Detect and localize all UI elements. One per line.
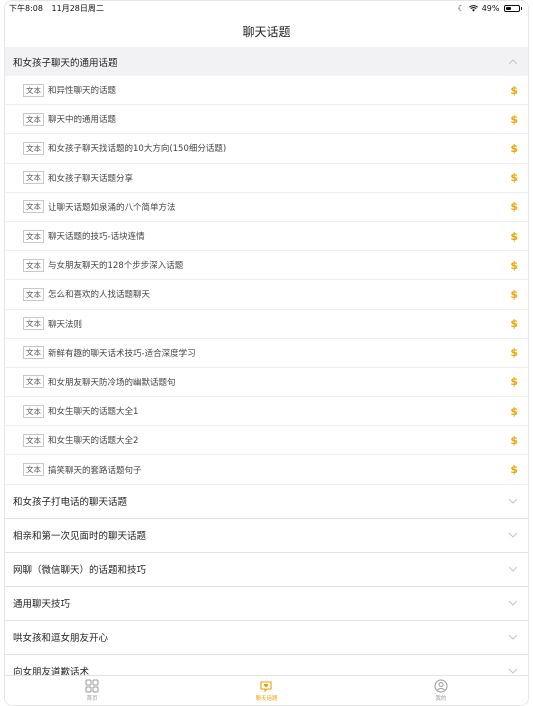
section-title: 相亲和第一次见面时的聊天话题: [13, 531, 147, 543]
topic-item-title: 和女孩子聊天找话题的10大方向(150细分话题): [48, 144, 227, 155]
topic-item[interactable]: 文本 和女朋友聊天防冷场的幽默话题句 $: [5, 368, 528, 398]
topic-item-title: 和女朋友聊天防冷场的幽默话题句: [48, 377, 176, 388]
topic-item-title: 怎么和喜欢的人找话题聊天: [48, 290, 151, 301]
text-tag: 文本: [23, 83, 44, 97]
topic-item[interactable]: 文本 和女生聊天的话题大全1 $: [5, 397, 528, 427]
chevron-up-icon: [508, 58, 518, 64]
section-title: 和女孩子打电话的聊天话题: [13, 497, 128, 509]
status-time: 下午8:08: [9, 3, 43, 13]
text-tag: 文本: [23, 433, 44, 447]
tab-label: 我的: [435, 696, 447, 702]
topic-item[interactable]: 文本 聊天话题的技巧-话块连情 $: [5, 222, 528, 252]
topic-item[interactable]: 文本 和女孩子聊天话题分享 $: [5, 164, 528, 193]
topic-item-title: 让聊天话题如泉涌的八个简单方法: [48, 202, 176, 213]
section-title: 向女朋友道歉话术: [13, 667, 90, 675]
topic-item[interactable]: 文本 和异性聊天的话题 $: [5, 76, 528, 106]
status-date: 11月28日周二: [51, 3, 104, 13]
topic-item[interactable]: 文本 搞笑聊天的套路话题句子 $: [5, 455, 528, 485]
app-window: 下午8:08 11月28日周二 ☾ 49% 聊天话题 和女孩子聊天的通用话题 文…: [4, 0, 529, 706]
text-tag: 文本: [23, 463, 44, 477]
topic-item[interactable]: 文本 聊天法则 $: [5, 310, 528, 339]
tab-label: 聊天话题: [255, 696, 278, 702]
text-tag: 文本: [23, 317, 44, 331]
dollar-icon: $: [510, 141, 518, 155]
topic-item-title: 和异性聊天的话题: [48, 86, 117, 97]
topic-item-title: 与女朋友聊天的128个步步深入话题: [48, 261, 184, 272]
text-tag: 文本: [23, 404, 44, 418]
text-tag: 文本: [23, 141, 44, 155]
dollar-icon: $: [510, 229, 518, 243]
page-title: 聊天话题: [242, 24, 291, 39]
dollar-icon: $: [510, 433, 518, 447]
dollar-icon: $: [510, 404, 518, 418]
text-tag: 文本: [23, 346, 44, 360]
topic-item-title: 聊天话题的技巧-话块连情: [48, 232, 145, 243]
topic-item-title: 新鲜有趣的聊天话术技巧-适合深度学习: [48, 348, 196, 359]
text-tag: 文本: [23, 171, 44, 185]
topic-item[interactable]: 文本 让聊天话题如泉涌的八个简单方法 $: [5, 193, 528, 222]
chevron-down-icon: [508, 498, 518, 504]
section-header[interactable]: 相亲和第一次见面时的聊天话题: [5, 518, 528, 553]
topic-item[interactable]: 文本 聊天中的通用话题 $: [5, 105, 528, 135]
dollar-icon: $: [510, 375, 518, 389]
section-header[interactable]: 网聊（微信聊天）的话题和技巧: [5, 552, 528, 587]
text-tag: 文本: [23, 200, 44, 214]
topic-item-title: 和女孩子聊天话题分享: [48, 173, 134, 184]
section-header-general-topics[interactable]: 和女孩子聊天的通用话题: [5, 47, 528, 76]
battery-icon: [503, 4, 522, 12]
section-header[interactable]: 通用聊天技巧: [5, 586, 528, 621]
text-tag: 文本: [23, 258, 44, 272]
grid-icon: [85, 679, 99, 693]
text-tag: 文本: [23, 229, 44, 243]
tab-chat-topics[interactable]: 聊天话题: [179, 676, 353, 705]
tab-profile[interactable]: 我的: [354, 676, 528, 705]
dollar-icon: $: [510, 346, 518, 360]
text-tag: 文本: [23, 375, 44, 389]
section-header[interactable]: 和女孩子打电话的聊天话题: [5, 484, 528, 519]
dollar-icon: $: [510, 83, 518, 97]
chevron-down-icon: [508, 600, 518, 606]
topic-item[interactable]: 文本 怎么和喜欢的人找话题聊天 $: [5, 280, 528, 310]
topic-item-title: 和女生聊天的话题大全1: [48, 407, 139, 418]
topic-item-title: 聊天中的通用话题: [48, 115, 117, 126]
dollar-icon: $: [510, 317, 518, 331]
chevron-down-icon: [508, 634, 518, 640]
chat-heart-icon: [260, 681, 273, 693]
topic-list[interactable]: 和女孩子聊天的通用话题 文本 和异性聊天的话题 $ 文本 聊天中的通用话题 $ 文本 和女孩子…: [5, 47, 528, 675]
topic-item[interactable]: 文本 和女孩子聊天找话题的10大方向(150细分话题) $: [5, 134, 528, 164]
dollar-icon: $: [510, 258, 518, 272]
dollar-icon: $: [510, 287, 518, 301]
tab-label: 首页: [86, 696, 98, 702]
topic-item[interactable]: 文本 与女朋友聊天的128个步步深入话题 $: [5, 251, 528, 281]
dollar-icon: $: [510, 463, 518, 477]
dollar-icon: $: [510, 171, 518, 185]
topic-item-title: 和女生聊天的话题大全2: [48, 436, 139, 447]
dollar-icon: $: [510, 200, 518, 214]
battery-percent: 49%: [481, 3, 500, 13]
chevron-down-icon: [508, 668, 518, 674]
text-tag: 文本: [23, 287, 44, 301]
section-header[interactable]: 向女朋友道歉话术: [5, 654, 528, 675]
section-title: 通用聊天技巧: [13, 599, 71, 611]
topic-item-title: 搞笑聊天的套路话题句子: [48, 465, 142, 476]
user-icon: [434, 679, 448, 693]
tab-home[interactable]: 首页: [5, 676, 179, 705]
section-title: 网聊（微信聊天）的话题和技巧: [13, 565, 147, 577]
chevron-down-icon: [508, 532, 518, 538]
section-title: 和女孩子聊天的通用话题: [13, 57, 118, 69]
text-tag: 文本: [23, 112, 44, 126]
section-header[interactable]: 哄女孩和逗女朋友开心: [5, 620, 528, 655]
chevron-down-icon: [508, 566, 518, 572]
navigation-bar: 聊天话题: [5, 15, 528, 47]
topic-item[interactable]: 文本 和女生聊天的话题大全2 $: [5, 426, 528, 456]
section-title: 哄女孩和逗女朋友开心: [13, 633, 109, 645]
topic-item-title: 聊天法则: [48, 319, 83, 330]
topic-item[interactable]: 文本 新鲜有趣的聊天话术技巧-适合深度学习 $: [5, 339, 528, 368]
wifi-icon: [468, 4, 478, 12]
moon-icon: ☾: [457, 3, 465, 13]
status-bar: 下午8:08 11月28日周二 ☾ 49%: [5, 1, 528, 15]
dollar-icon: $: [510, 112, 518, 126]
tab-bar: 首页 聊天话题 我的: [5, 675, 528, 705]
